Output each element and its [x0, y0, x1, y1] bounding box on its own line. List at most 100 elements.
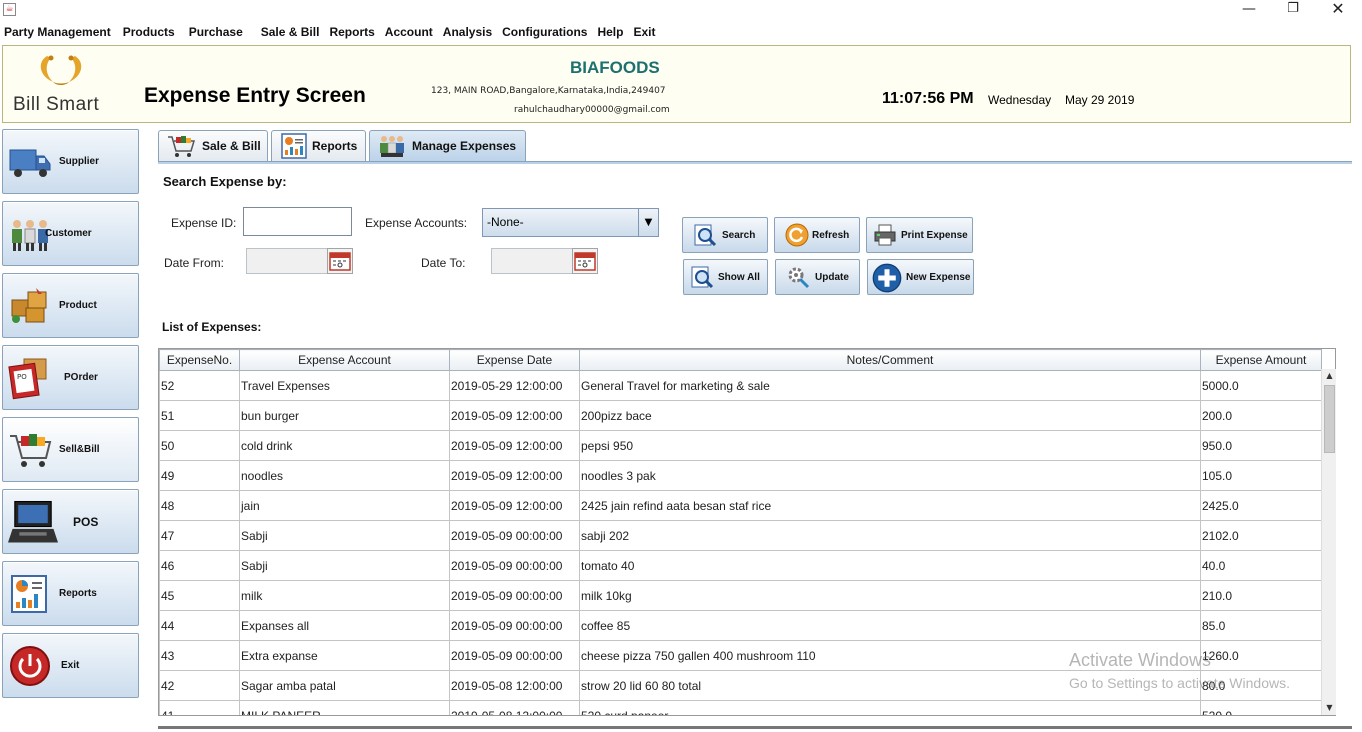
- menu-party-management[interactable]: Party Management: [0, 25, 117, 39]
- table-row[interactable]: 51 bun burger 2019-05-09 12:00:00 200pizz b…: [159, 400, 1322, 431]
- sidebar-label: Product: [59, 300, 97, 311]
- button-label: Print Expense: [901, 230, 968, 241]
- table-cell: 2425 jain refind aata besan staf rice: [579, 490, 1201, 521]
- sidebar-pos-button[interactable]: POS: [2, 489, 139, 554]
- button-label: Show All: [718, 272, 760, 283]
- update-button[interactable]: Update: [775, 259, 860, 295]
- column-header[interactable]: Expense Amount: [1200, 349, 1322, 371]
- table-cell: 85.0: [1200, 610, 1322, 641]
- column-header[interactable]: ExpenseNo.: [159, 349, 240, 371]
- sidebar-reports-button[interactable]: Reports: [2, 561, 139, 626]
- java-app-icon: ☕: [3, 3, 16, 16]
- print-expense-button[interactable]: Print Expense: [866, 217, 973, 253]
- sidebar-customer-button[interactable]: Customer: [2, 201, 139, 266]
- table-cell: 52: [159, 370, 240, 401]
- minimize-icon[interactable]: —: [1226, 0, 1272, 20]
- menu-products[interactable]: Products: [117, 25, 181, 39]
- sidebar-exit-button[interactable]: Exit: [2, 633, 139, 698]
- table-scrollbar[interactable]: ▲ ▼: [1321, 369, 1336, 715]
- scroll-down-icon[interactable]: ▼: [1322, 701, 1337, 715]
- date-to-input[interactable]: [491, 248, 573, 274]
- table-cell: 2019-05-09 12:00:00: [449, 400, 580, 431]
- column-header[interactable]: Expense Date: [449, 349, 580, 371]
- menu-help[interactable]: Help: [593, 25, 629, 39]
- table-cell: Travel Expenses: [239, 370, 450, 401]
- date-to-calendar-button[interactable]: [572, 248, 598, 274]
- restore-icon[interactable]: ❐: [1270, 0, 1316, 20]
- sidebar-product-button[interactable]: Product: [2, 273, 139, 338]
- table-cell: MILK PANEER: [239, 700, 450, 715]
- menu-configurations[interactable]: Configurations: [498, 25, 593, 39]
- menu-exit[interactable]: Exit: [629, 25, 661, 39]
- table-row[interactable]: 47 Sabji 2019-05-09 00:00:00 sabji 202 2102.…: [159, 520, 1322, 551]
- menu-account[interactable]: Account: [381, 25, 439, 39]
- tab-reports[interactable]: Reports: [271, 130, 366, 162]
- column-header[interactable]: Notes/Comment: [579, 349, 1201, 371]
- table-cell: 2019-05-09 00:00:00: [449, 550, 580, 581]
- new-expense-button[interactable]: New Expense: [867, 259, 974, 295]
- table-cell: 2019-05-08 12:00:00: [449, 700, 580, 715]
- search-list-icon: [691, 266, 714, 289]
- menu-purchase[interactable]: Purchase: [181, 25, 249, 39]
- sidebar: Supplier Customer Product PO POrder Sell…: [2, 129, 140, 705]
- scroll-thumb[interactable]: [1324, 385, 1335, 453]
- sidebar-label: Customer: [45, 228, 92, 239]
- clock-day: Wednesday: [988, 93, 1052, 107]
- table-cell: Expanses all: [239, 610, 450, 641]
- close-icon[interactable]: ✕: [1315, 0, 1361, 20]
- scroll-up-icon[interactable]: ▲: [1322, 369, 1337, 383]
- truck-icon: [9, 149, 51, 177]
- button-label: Update: [815, 272, 849, 283]
- table-cell: 2019-05-09 12:00:00: [449, 430, 580, 461]
- table-row[interactable]: 46 Sabji 2019-05-09 00:00:00 tomato 40 40.0: [159, 550, 1322, 581]
- app-header: Bill Smart Expense Entry Screen BIAFOODS…: [2, 45, 1351, 123]
- expense-id-input[interactable]: [243, 207, 352, 236]
- table-row[interactable]: 41 MILK PANEER 2019-05-08 12:00:00 520 curd…: [159, 700, 1322, 715]
- table-cell: noodles: [239, 460, 450, 491]
- sidebar-supplier-button[interactable]: Supplier: [2, 129, 139, 194]
- table-cell: 42: [159, 670, 240, 701]
- table-cell: noodles 3 pak: [579, 460, 1201, 491]
- sidebar-label: Exit: [61, 660, 80, 671]
- table-cell: 2019-05-09 00:00:00: [449, 610, 580, 641]
- table-row[interactable]: 50 cold drink 2019-05-09 12:00:00 pepsi 950…: [159, 430, 1322, 461]
- expense-accounts-select[interactable]: -None- ▼: [482, 208, 659, 237]
- menu-reports[interactable]: Reports: [325, 25, 380, 39]
- boxes-icon: [11, 288, 47, 323]
- table-row[interactable]: 48 jain 2019-05-09 12:00:00 2425 jain refin…: [159, 490, 1322, 521]
- sidebar-label: POS: [73, 515, 99, 529]
- sidebar-porder-button[interactable]: PO POrder: [2, 345, 139, 410]
- table-cell: Sabji: [239, 550, 450, 581]
- date-from-label: Date From:: [164, 256, 225, 270]
- sidebar-sellbill-button[interactable]: Sell&Bill: [2, 417, 139, 482]
- table-cell: 2019-05-09 00:00:00: [449, 640, 580, 671]
- menu-sale-bill[interactable]: Sale & Bill: [249, 25, 326, 39]
- tab-manage-expenses[interactable]: Manage Expenses: [369, 130, 526, 163]
- sidebar-label: Sell&Bill: [59, 444, 100, 455]
- table-cell: 210.0: [1200, 580, 1322, 611]
- calendar-icon: [574, 252, 596, 271]
- tab-sale-bill[interactable]: Sale & Bill: [158, 130, 268, 162]
- window-titlebar: ☕ — ❐ ✕: [0, 0, 1362, 20]
- date-from-input[interactable]: [246, 248, 328, 274]
- cart-icon: [168, 136, 195, 157]
- table-row[interactable]: 44 Expanses all 2019-05-09 00:00:00 coffee …: [159, 610, 1322, 641]
- search-button[interactable]: Search: [682, 217, 768, 253]
- date-from-calendar-button[interactable]: [327, 248, 353, 274]
- screen-title: Expense Entry Screen: [144, 84, 366, 107]
- clock-date: May 29 2019: [1065, 93, 1135, 107]
- show-all-button[interactable]: Show All: [683, 259, 768, 295]
- refresh-button[interactable]: Refresh: [774, 217, 860, 253]
- table-row[interactable]: 49 noodles 2019-05-09 12:00:00 noodles 3 pa…: [159, 460, 1322, 491]
- table-cell: 49: [159, 460, 240, 491]
- table-row[interactable]: 45 milk 2019-05-09 00:00:00 milk 10kg 210.0: [159, 580, 1322, 611]
- table-row[interactable]: 52 Travel Expenses 2019-05-29 12:00:00 Gene…: [159, 370, 1322, 401]
- chevron-down-icon[interactable]: ▼: [638, 209, 658, 236]
- menu-analysis[interactable]: Analysis: [439, 25, 498, 39]
- sidebar-label: Reports: [59, 588, 97, 599]
- table-cell: 2019-05-29 12:00:00: [449, 370, 580, 401]
- table-cell: 520 curd paneer: [579, 700, 1201, 715]
- logo-text: Bill Smart: [13, 94, 100, 115]
- tab-label: Reports: [312, 139, 358, 153]
- column-header[interactable]: Expense Account: [239, 349, 450, 371]
